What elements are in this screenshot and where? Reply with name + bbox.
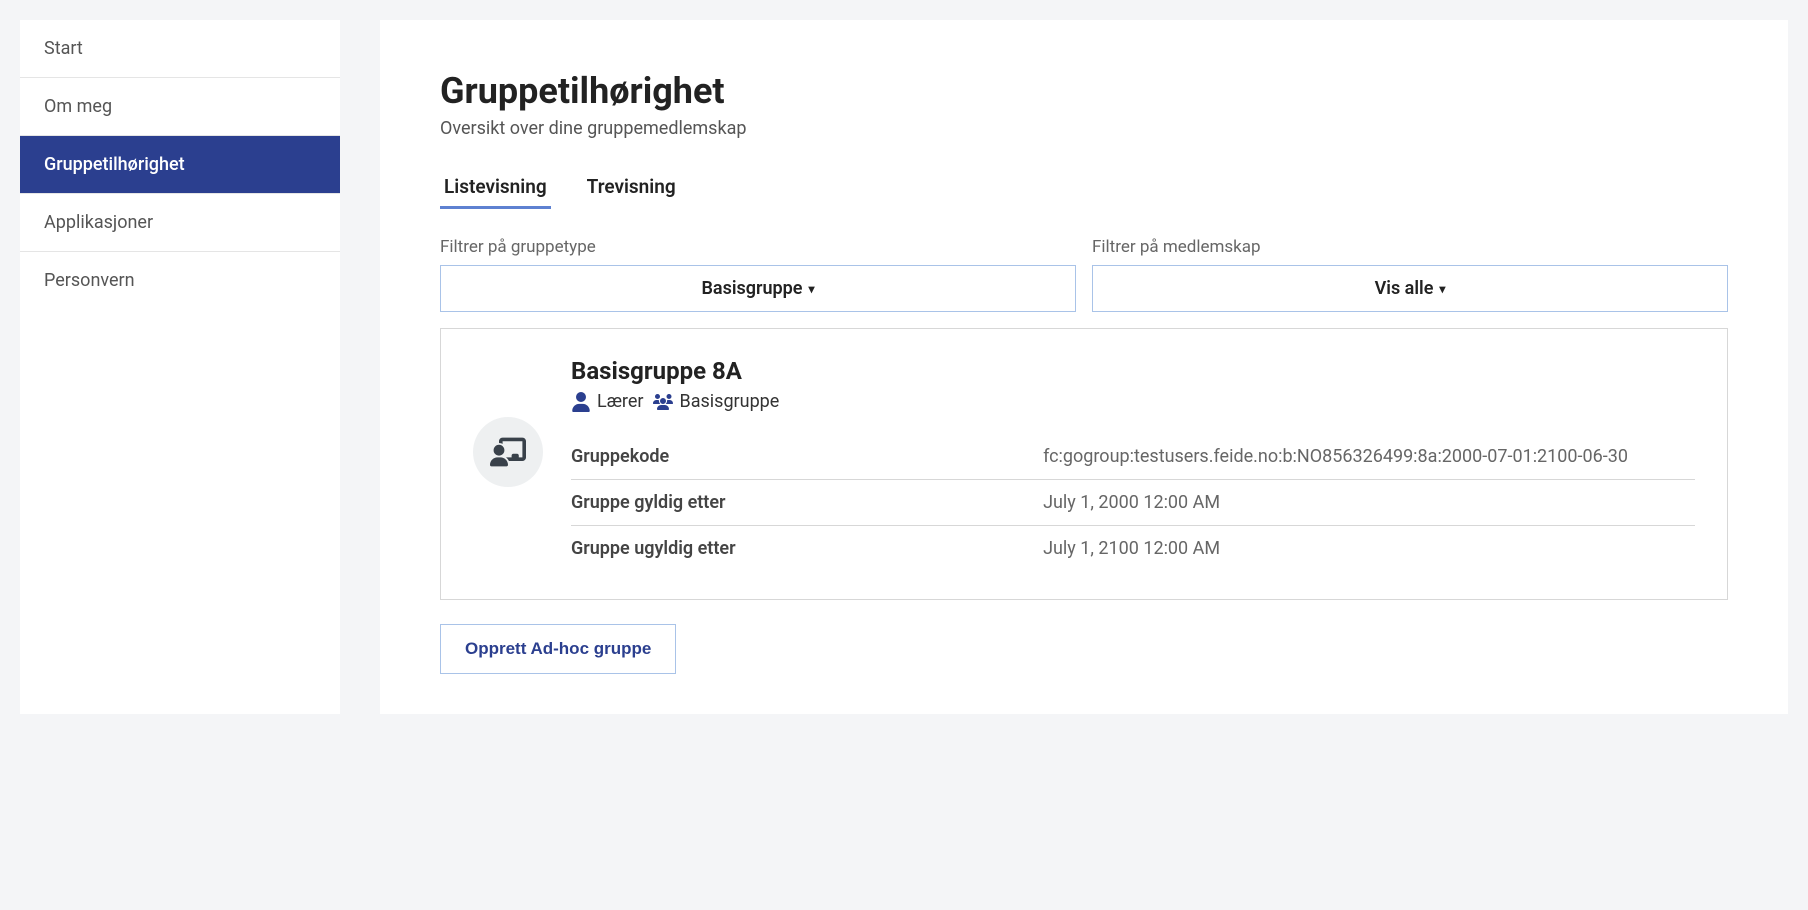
filter-grouptype-value: Basisgruppe	[701, 278, 802, 299]
filters-row: Filtrer på gruppetype Basisgruppe ▾ Filt…	[440, 237, 1728, 312]
detail-value: fc:gogroup:testusers.feide.no:b:NO856326…	[1043, 446, 1695, 467]
role-badge: Lærer	[571, 391, 643, 412]
group-detail-table: Gruppekode fc:gogroup:testusers.feide.no…	[571, 434, 1695, 571]
filter-grouptype-select[interactable]: Basisgruppe ▾	[440, 265, 1076, 312]
detail-row-gruppekode: Gruppekode fc:gogroup:testusers.feide.no…	[571, 434, 1695, 480]
role-label: Lærer	[597, 391, 643, 412]
tab-trevisning[interactable]: Trevisning	[583, 167, 680, 209]
tab-listevisning[interactable]: Listevisning	[440, 167, 551, 209]
filter-grouptype-col: Filtrer på gruppetype Basisgruppe ▾	[440, 237, 1076, 312]
detail-value: July 1, 2100 12:00 AM	[1043, 538, 1695, 559]
group-badges: Lærer Basisgruppe	[571, 391, 1695, 412]
filter-membership-value: Vis alle	[1375, 278, 1434, 299]
group-avatar	[473, 417, 543, 487]
type-badge: Basisgruppe	[653, 391, 779, 412]
main-content: Gruppetilhørighet Oversikt over dine gru…	[380, 20, 1788, 714]
chalkboard-user-icon	[490, 434, 526, 470]
filter-membership-col: Filtrer på medlemskap Vis alle ▾	[1092, 237, 1728, 312]
filter-membership-label: Filtrer på medlemskap	[1092, 237, 1728, 257]
group-name: Basisgruppe 8A	[571, 357, 1695, 385]
sidebar-item-start[interactable]: Start	[20, 20, 340, 78]
detail-row-gyldig-etter: Gruppe gyldig etter July 1, 2000 12:00 A…	[571, 480, 1695, 526]
caret-down-icon: ▾	[1439, 282, 1445, 296]
detail-label: Gruppe gyldig etter	[571, 492, 1043, 513]
sidebar-item-personvern[interactable]: Personvern	[20, 252, 340, 309]
tabs: Listevisning Trevisning	[440, 167, 1728, 209]
sidebar-item-gruppetilhorighet[interactable]: Gruppetilhørighet	[20, 136, 340, 194]
filter-grouptype-label: Filtrer på gruppetype	[440, 237, 1076, 257]
page-subtitle: Oversikt over dine gruppemedlemskap	[440, 118, 1728, 139]
user-icon	[571, 392, 591, 412]
sidebar-item-om-meg[interactable]: Om meg	[20, 78, 340, 136]
sidebar-item-applikasjoner[interactable]: Applikasjoner	[20, 194, 340, 252]
create-adhoc-group-button[interactable]: Opprett Ad-hoc gruppe	[440, 624, 676, 674]
sidebar: Start Om meg Gruppetilhørighet Applikasj…	[20, 20, 340, 714]
detail-label: Gruppekode	[571, 446, 1043, 467]
detail-row-ugyldig-etter: Gruppe ugyldig etter July 1, 2100 12:00 …	[571, 526, 1695, 571]
type-label: Basisgruppe	[679, 391, 779, 412]
caret-down-icon: ▾	[808, 282, 814, 296]
group-card: Basisgruppe 8A Lærer Basisgruppe	[440, 328, 1728, 600]
page-title: Gruppetilhørighet	[440, 70, 1728, 112]
detail-label: Gruppe ugyldig etter	[571, 538, 1043, 559]
filter-membership-select[interactable]: Vis alle ▾	[1092, 265, 1728, 312]
users-icon	[653, 392, 673, 412]
detail-value: July 1, 2000 12:00 AM	[1043, 492, 1695, 513]
